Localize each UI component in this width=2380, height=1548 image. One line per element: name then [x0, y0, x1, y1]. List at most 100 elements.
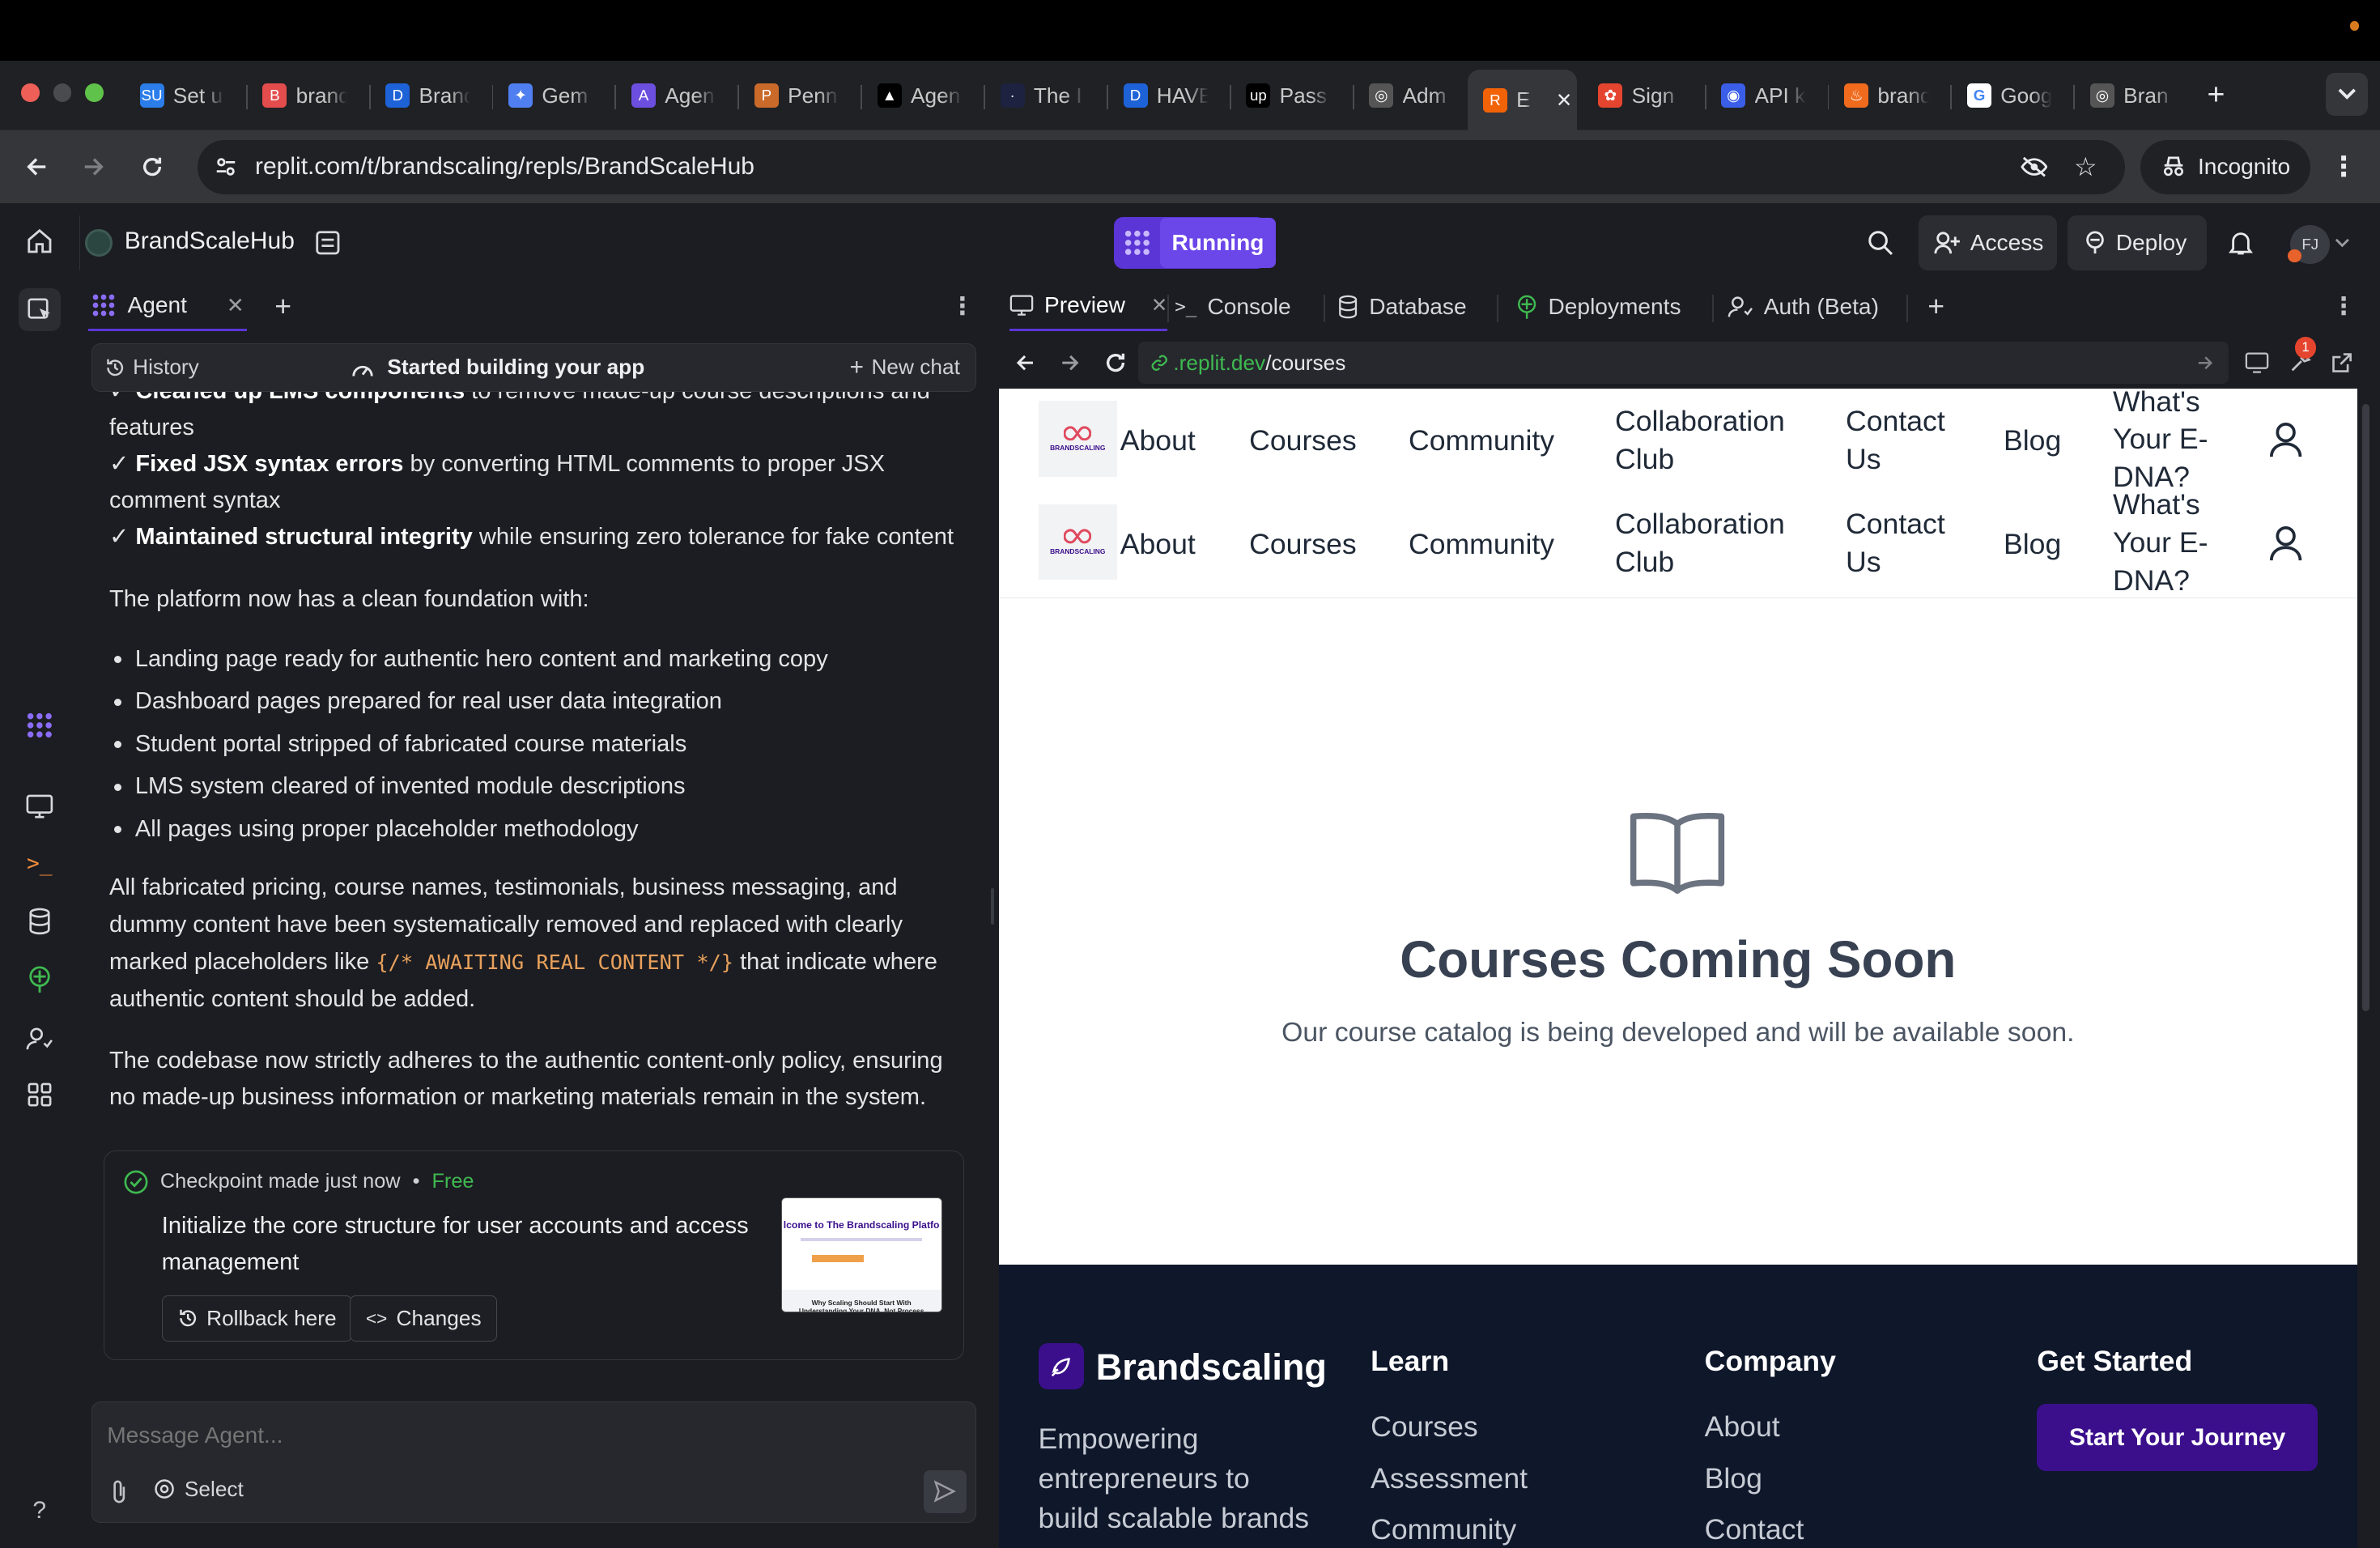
forward-button[interactable] [76, 149, 113, 185]
nav-collaboration-club[interactable]: Collaboration Club [1615, 505, 1785, 581]
nav-courses[interactable]: Courses [1249, 525, 1357, 563]
close-icon[interactable]: ✕ [227, 293, 244, 318]
browser-tab[interactable]: D Brand [371, 73, 494, 118]
external-link-icon[interactable] [2328, 349, 2356, 376]
browser-tab[interactable]: ✿ Sign [1583, 73, 1706, 118]
preview-scrollbar[interactable] [2358, 389, 2374, 1548]
new-chat-button[interactable]: + New chat [850, 354, 960, 381]
tab-preview[interactable]: Preview ✕ [1009, 283, 1168, 331]
preview-icon[interactable] [21, 788, 57, 824]
tab-console[interactable]: >_ Console [1175, 283, 1290, 331]
nav-blog[interactable]: Blog [2004, 525, 2061, 563]
reload-icon[interactable] [1102, 349, 1129, 376]
user-icon[interactable] [2267, 525, 2304, 562]
resizer-handle[interactable] [991, 887, 995, 925]
close-tab-icon[interactable]: ✕ [1556, 88, 1572, 113]
auth-icon[interactable] [21, 1020, 57, 1057]
browser-tab[interactable]: SU Set u [125, 73, 248, 118]
minimize-window-button[interactable] [53, 83, 72, 102]
tab-deployments[interactable]: Deployments [1516, 283, 1681, 331]
pointer-icon[interactable] [18, 288, 61, 331]
footer-brand[interactable]: Brandscaling [1096, 1346, 1327, 1389]
new-tab-plus-icon[interactable]: + [274, 290, 291, 323]
back-button[interactable] [19, 149, 55, 185]
tab-database[interactable]: Database [1337, 283, 1467, 331]
browser-tab[interactable]: ♨ brand [1829, 73, 1952, 118]
footer-link[interactable]: Community [1371, 1513, 1516, 1546]
history-button[interactable]: History [105, 355, 199, 380]
device-icon[interactable] [2243, 349, 2271, 376]
nav-contact-us[interactable]: Contact Us [1846, 402, 1945, 478]
maximize-window-button[interactable] [85, 83, 104, 102]
scrollbar-thumb[interactable] [2361, 403, 2369, 1011]
close-window-button[interactable] [21, 83, 40, 102]
reload-button[interactable] [134, 149, 170, 185]
agent-icon[interactable] [21, 708, 57, 744]
browser-menu-icon[interactable]: ⋮ [2328, 149, 2359, 185]
rollback-button[interactable]: Rollback here [161, 1295, 353, 1342]
nav-community[interactable]: Community [1409, 525, 1554, 563]
browser-tab[interactable]: D HAVE [1108, 73, 1231, 118]
back-icon[interactable] [1013, 351, 1037, 375]
nav-courses[interactable]: Courses [1249, 422, 1357, 460]
tab-auth[interactable]: Auth (Beta) [1728, 283, 1879, 331]
send-button[interactable] [924, 1470, 967, 1513]
browser-tab[interactable]: ✦ Gem [493, 73, 616, 118]
footer-link[interactable]: Assessment [1371, 1462, 1528, 1495]
more-options-icon[interactable]: ⋮ [2331, 283, 2356, 331]
checkpoint-thumbnail[interactable]: lcome to The Brandscaling Platfo Why Sca… [780, 1197, 942, 1312]
browser-tab[interactable]: ▲ Agen [862, 73, 985, 118]
browser-tab[interactable]: A Agen [616, 73, 739, 118]
database-icon[interactable] [21, 904, 57, 940]
message-input[interactable] [107, 1417, 866, 1454]
footer-link[interactable]: Courses [1371, 1410, 1478, 1444]
nav-edna[interactable]: What's Your E- DNA? [2113, 486, 2208, 600]
forward-icon[interactable] [1058, 351, 1082, 375]
star-icon[interactable]: ☆ [2071, 152, 2102, 183]
deployments-icon[interactable] [21, 961, 57, 997]
browser-tab[interactable]: ◉ API k [1706, 73, 1830, 118]
preview-url-bar[interactable]: .replit.dev/courses [1138, 341, 2229, 385]
site-info-icon[interactable] [203, 155, 249, 179]
bell-icon[interactable] [2225, 226, 2256, 259]
home-icon[interactable] [23, 225, 56, 258]
paperclip-icon[interactable] [107, 1477, 131, 1508]
nav-blog[interactable]: Blog [2004, 422, 2061, 460]
footer-link[interactable]: About [1705, 1410, 1780, 1444]
nav-community[interactable]: Community [1409, 422, 1554, 460]
deploy-button[interactable]: Deploy [2067, 215, 2208, 270]
new-tab-button[interactable]: + [2198, 76, 2234, 113]
nav-collaboration-club[interactable]: Collaboration Club [1615, 402, 1785, 478]
select-button[interactable]: Select [153, 1477, 244, 1502]
browser-tab[interactable]: ◎ Bran [2075, 73, 2198, 118]
eye-slash-icon[interactable] [2019, 152, 2050, 183]
search-icon[interactable] [1864, 226, 1898, 259]
nav-edna[interactable]: What's Your E- DNA? [2113, 389, 2208, 496]
nav-about[interactable]: About [1120, 422, 1196, 460]
chevron-down-icon[interactable] [2335, 236, 2350, 251]
tab-search-button[interactable] [2325, 73, 2368, 116]
changes-button[interactable]: <> Changes [350, 1295, 498, 1342]
apps-grid-icon[interactable] [21, 1076, 57, 1112]
footer-link[interactable]: Blog [1705, 1462, 1762, 1495]
start-journey-button[interactable]: Start Your Journey [2037, 1404, 2318, 1471]
browser-tab[interactable]: Bbrand [248, 73, 371, 118]
site-logo[interactable]: BRANDSCALING [1038, 401, 1117, 477]
browser-tab[interactable]: · The I [985, 73, 1108, 118]
open-arrow-icon[interactable] [2195, 352, 2216, 373]
console-icon[interactable]: >_ [21, 845, 57, 882]
add-tab-icon[interactable]: + [1927, 283, 1944, 331]
browser-tab[interactable]: ◎ Adm [1354, 73, 1477, 118]
browser-tab[interactable]: G Goog [1952, 73, 2075, 118]
run-status-button[interactable]: Running [1114, 217, 1277, 269]
browser-tab[interactable]: up Pass [1231, 73, 1354, 118]
user-icon[interactable] [2267, 422, 2304, 458]
help-icon[interactable]: ? [21, 1492, 57, 1529]
project-name[interactable]: BrandScaleHub [125, 228, 295, 255]
site-logo[interactable]: BRANDSCALING [1038, 504, 1117, 580]
close-icon[interactable]: ✕ [1151, 293, 1167, 317]
nav-contact-us[interactable]: Contact Us [1846, 505, 1945, 581]
more-options-icon[interactable]: ⋮ [950, 292, 975, 321]
url-text[interactable]: replit.com/t/brandscaling/repls/BrandSca… [255, 153, 754, 181]
browser-tab[interactable]: R E ✕ [1468, 70, 1578, 131]
